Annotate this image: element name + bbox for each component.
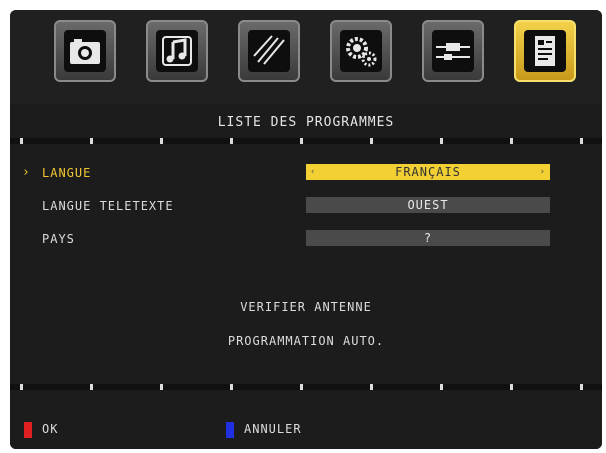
connector-cable-icon (432, 30, 474, 72)
setting-value: ? (423, 231, 433, 245)
photo-camera-icon (64, 30, 106, 72)
arrow-right-icon[interactable]: › (540, 164, 546, 180)
language-selector[interactable]: ‹ FRANÇAIS › (306, 164, 550, 180)
picture-diagonal-lines-icon (248, 30, 290, 72)
tab-picture[interactable] (238, 20, 300, 82)
page-title: LISTE DES PROGRAMMES (217, 115, 395, 130)
auto-programming-item[interactable]: PROGRAMMATION AUTO. (10, 334, 602, 348)
menu-tab-bar (10, 10, 602, 104)
top-divider (10, 138, 602, 144)
setting-row-pays[interactable]: PAYS ? (10, 230, 602, 250)
check-antenna-item[interactable]: VERIFIER ANTENNE (10, 300, 602, 314)
tab-settings[interactable] (330, 20, 392, 82)
footer-bar: OK ANNULER (10, 398, 602, 449)
gears-icon (340, 30, 382, 72)
ok-button[interactable]: OK (42, 422, 58, 436)
music-note-icon (156, 30, 198, 72)
tab-music[interactable] (146, 20, 208, 82)
setting-label: LANGUE TELETEXTE (42, 199, 174, 213)
setting-label: LANGUE (42, 166, 92, 180)
tab-connections[interactable] (422, 20, 484, 82)
blue-key-icon (226, 422, 234, 438)
cancel-button[interactable]: ANNULER (244, 422, 302, 436)
red-key-icon (24, 422, 32, 438)
selection-cursor-icon: › (22, 165, 30, 180)
tab-photo[interactable] (54, 20, 116, 82)
arrow-left-icon[interactable]: ‹ (310, 164, 316, 180)
setting-row-langue[interactable]: › LANGUE ‹ FRANÇAIS › (10, 164, 602, 184)
setting-label: PAYS (42, 232, 75, 246)
document-list-icon (524, 30, 566, 72)
bottom-divider (10, 384, 602, 390)
tab-programmes[interactable] (514, 20, 576, 82)
setting-row-langue-teletexte[interactable]: LANGUE TELETEXTE OUEST (10, 197, 602, 217)
country-selector[interactable]: ? (306, 230, 550, 246)
teletext-language-selector[interactable]: OUEST (306, 197, 550, 213)
setting-value: FRANÇAIS (395, 165, 461, 179)
tv-menu-screen: LISTE DES PROGRAMMES › LANGUE ‹ FRANÇAIS… (10, 10, 602, 449)
setting-value: OUEST (407, 198, 449, 212)
